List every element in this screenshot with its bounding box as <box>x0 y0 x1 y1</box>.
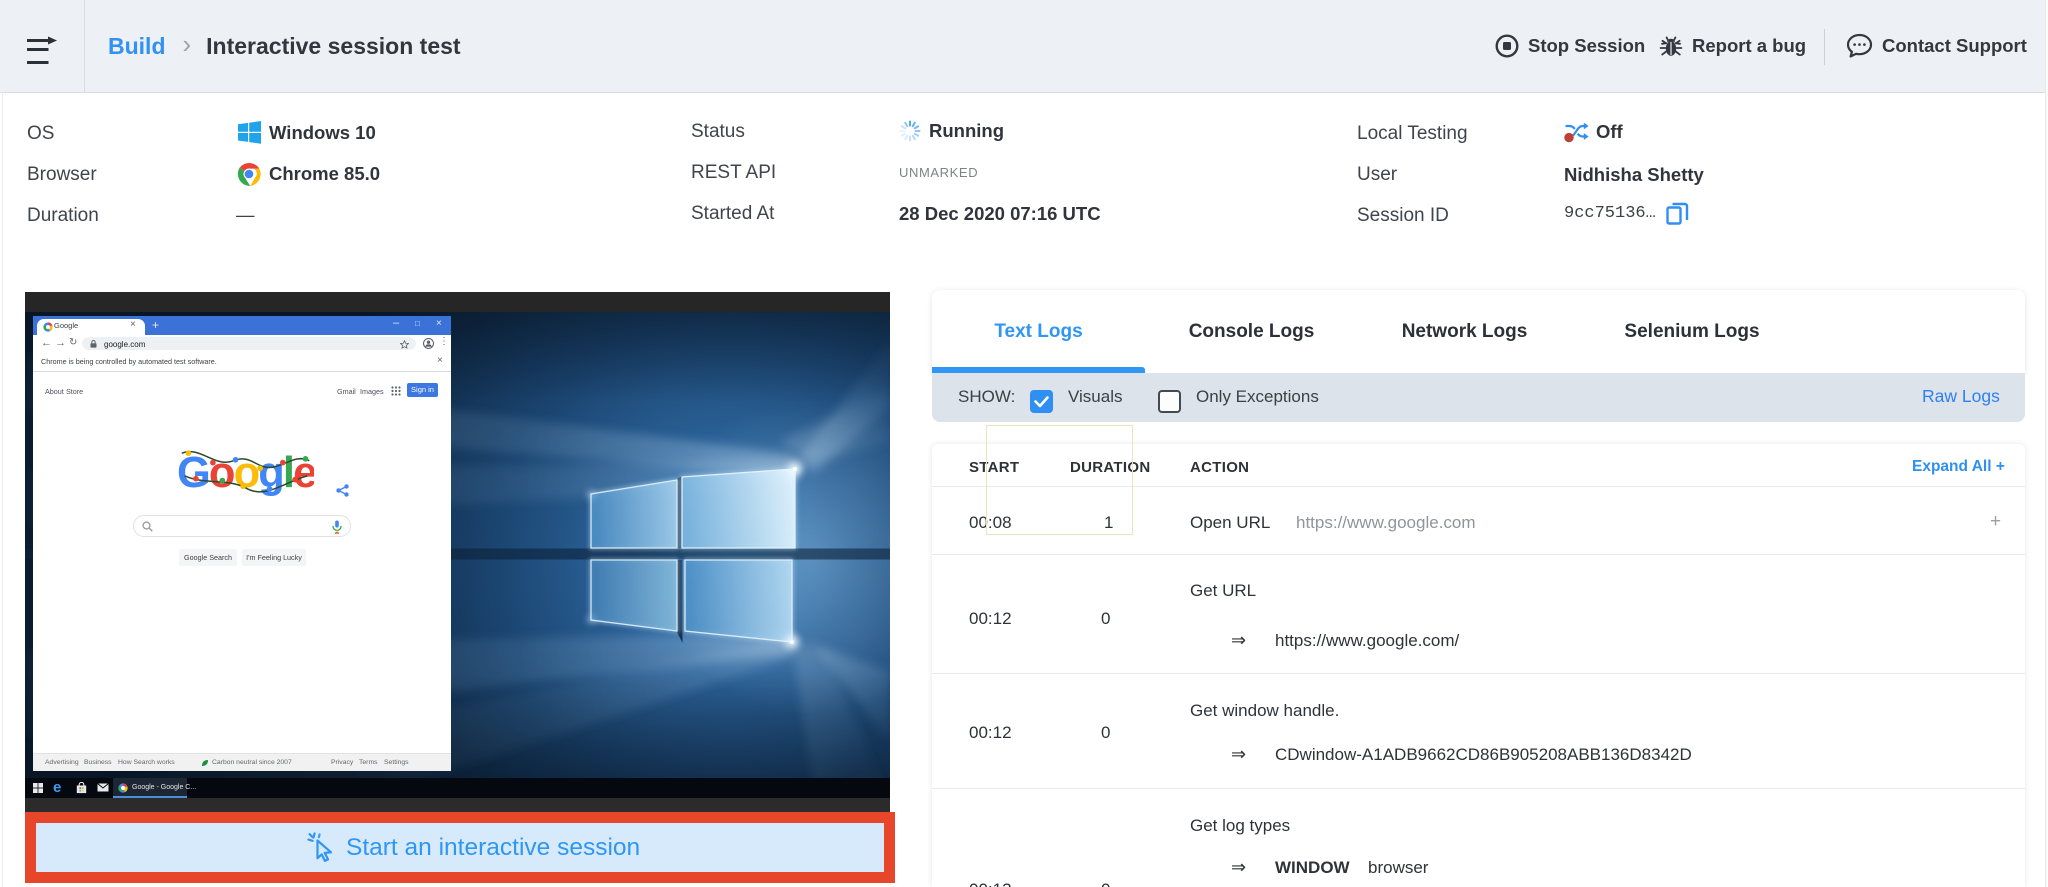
svg-text:Google: Google <box>177 449 314 497</box>
